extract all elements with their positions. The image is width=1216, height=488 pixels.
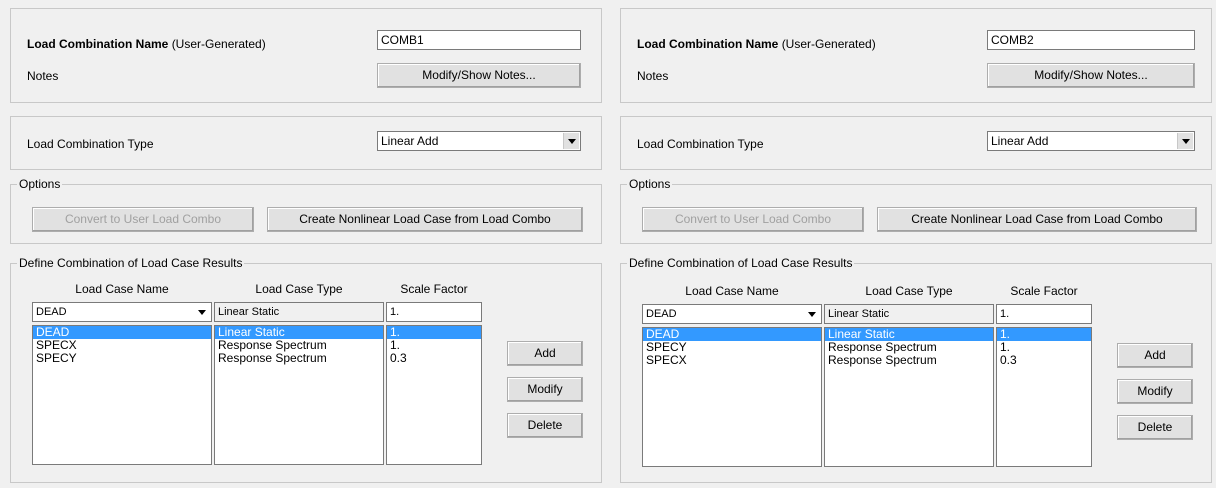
scale-factor-list[interactable]: 1. 1. 0.3 <box>386 325 482 465</box>
add-button[interactable]: Add <box>1117 343 1193 368</box>
convert-to-user-combo-button[interactable]: Convert to User Load Combo <box>642 207 864 232</box>
options-title: Options <box>627 177 673 191</box>
combo-type-label: Load Combination Type <box>27 137 154 151</box>
create-nonlinear-case-button[interactable]: Create Nonlinear Load Case from Load Com… <box>267 207 583 232</box>
combo-type-value: Linear Add <box>381 134 439 148</box>
list-item[interactable]: 0.3 <box>387 352 481 365</box>
modify-notes-button[interactable]: Modify/Show Notes... <box>987 63 1195 88</box>
column-header-case-name: Load Case Name <box>75 282 169 296</box>
scale-factor-input[interactable]: 1. <box>386 302 482 322</box>
delete-button[interactable]: Delete <box>507 413 583 438</box>
combo-panel-left: Load Combination Name (User-Generated) C… <box>0 0 608 488</box>
modify-button[interactable]: Modify <box>1117 379 1193 404</box>
case-type-list[interactable]: Linear Static Response Spectrum Response… <box>214 325 384 465</box>
chevron-down-icon[interactable] <box>804 306 820 322</box>
list-item[interactable]: 0.3 <box>997 354 1091 367</box>
list-item[interactable]: Response Spectrum <box>215 352 383 365</box>
column-header-case-type: Load Case Type <box>255 282 343 296</box>
combo-name-label-suffix: (User-Generated) <box>781 37 876 51</box>
modify-button[interactable]: Modify <box>507 377 583 402</box>
define-combination-title: Define Combination of Load Case Results <box>17 256 245 270</box>
notes-label: Notes <box>27 69 59 83</box>
case-name-list[interactable]: DEAD SPECY SPECX <box>642 327 822 467</box>
combo-name-label-suffix: (User-Generated) <box>171 37 266 51</box>
combo-type-value: Linear Add <box>991 134 1049 148</box>
case-name-list[interactable]: DEAD SPECX SPECY <box>32 325 212 465</box>
chevron-down-icon[interactable] <box>1177 133 1193 149</box>
scale-factor-input[interactable]: 1. <box>996 304 1092 324</box>
case-name-select-value: DEAD <box>36 306 67 318</box>
list-item[interactable]: 1. <box>387 326 481 339</box>
scale-factor-list[interactable]: 1. 1. 0.3 <box>996 327 1092 467</box>
combo-type-select[interactable]: Linear Add <box>987 131 1195 151</box>
combo-name-label: Load Combination Name (User-Generated) <box>27 36 266 52</box>
case-name-select[interactable]: DEAD <box>642 304 822 324</box>
options-title: Options <box>17 177 63 191</box>
combo-type-select[interactable]: Linear Add <box>377 131 581 151</box>
combo-panel-right: Load Combination Name (User-Generated) C… <box>610 0 1216 488</box>
column-header-case-name: Load Case Name <box>685 284 779 298</box>
list-item[interactable]: SPECY <box>33 352 211 365</box>
chevron-down-icon[interactable] <box>194 304 210 320</box>
chevron-down-icon[interactable] <box>563 133 579 149</box>
create-nonlinear-case-button[interactable]: Create Nonlinear Load Case from Load Com… <box>877 207 1197 232</box>
name-section <box>620 8 1212 103</box>
combo-name-label-bold: Load Combination Name <box>637 37 779 51</box>
combo-name-input[interactable]: COMB1 <box>377 30 581 50</box>
list-item[interactable]: 1. <box>997 328 1091 341</box>
case-type-readonly: Linear Static <box>824 304 994 324</box>
define-combination-title: Define Combination of Load Case Results <box>627 256 855 270</box>
case-type-list[interactable]: Linear Static Response Spectrum Response… <box>824 327 994 467</box>
combo-type-label: Load Combination Type <box>637 137 764 151</box>
combo-name-label-bold: Load Combination Name <box>27 37 169 51</box>
combo-name-input[interactable]: COMB2 <box>987 30 1195 50</box>
list-item[interactable]: SPECX <box>643 354 821 367</box>
name-section <box>10 8 602 103</box>
case-type-readonly: Linear Static <box>214 302 384 322</box>
modify-notes-button[interactable]: Modify/Show Notes... <box>377 63 581 88</box>
convert-to-user-combo-button[interactable]: Convert to User Load Combo <box>32 207 254 232</box>
column-header-scale-factor: Scale Factor <box>400 282 468 296</box>
case-name-select-value: DEAD <box>646 308 677 320</box>
list-item[interactable]: Response Spectrum <box>825 354 993 367</box>
notes-label: Notes <box>637 69 669 83</box>
add-button[interactable]: Add <box>507 341 583 366</box>
combo-name-label: Load Combination Name (User-Generated) <box>637 36 876 52</box>
delete-button[interactable]: Delete <box>1117 415 1193 440</box>
column-header-case-type: Load Case Type <box>865 284 953 298</box>
case-name-select[interactable]: DEAD <box>32 302 212 322</box>
column-header-scale-factor: Scale Factor <box>1010 284 1078 298</box>
